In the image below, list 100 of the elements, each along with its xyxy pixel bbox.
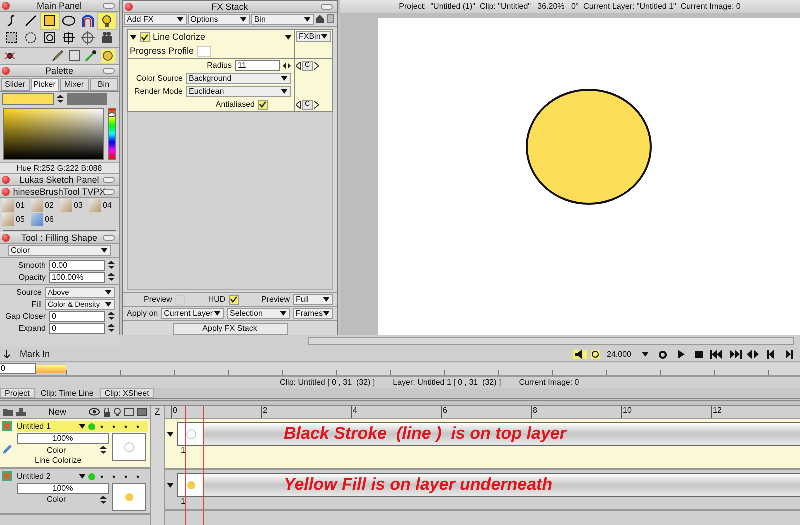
mode-dropdown[interactable]: Color (8, 245, 111, 256)
z-column-label: Z (154, 406, 160, 419)
stepper-icon[interactable] (100, 496, 107, 504)
menu-dropdown[interactable]: Bin (251, 14, 314, 25)
color-picker-area[interactable] (3, 108, 104, 160)
stepper-icon[interactable] (283, 62, 291, 68)
onion-skin-icon[interactable] (656, 350, 670, 358)
field-label: Source (16, 288, 42, 296)
layer-effect-label: Line Colorize (34, 456, 83, 465)
eye-icon[interactable] (89, 408, 100, 416)
checkbox[interactable] (175, 294, 186, 304)
next-key-icon[interactable] (314, 100, 320, 108)
number-field[interactable]: 100.00% (49, 272, 105, 282)
layer-name[interactable]: Untitled 2 (17, 472, 77, 481)
palette-tab[interactable]: Mixer (60, 78, 88, 91)
caret-icon (176, 17, 184, 22)
square-icon[interactable] (69, 50, 81, 62)
previous-key-icon[interactable] (296, 100, 301, 108)
layer-row[interactable]: Untitled 2 100% Color (0, 469, 150, 515)
stepper-icon[interactable] (108, 273, 115, 281)
stop-icon[interactable] (692, 350, 706, 358)
checkbox[interactable] (140, 32, 150, 42)
palette-tab[interactable]: Slider (1, 78, 30, 91)
hue-slider[interactable] (108, 108, 116, 160)
pencil-icon[interactable] (51, 49, 65, 63)
view-tab[interactable]: Clip: XSheet (100, 388, 154, 398)
lock-icon[interactable] (103, 408, 111, 416)
layer-row[interactable]: Untitled 1 100% Color Line Colorize (0, 419, 150, 469)
bin-dropdown[interactable]: FXBin (296, 31, 331, 42)
opacity-field[interactable]: 100% (17, 433, 109, 444)
preview-dropdown[interactable]: Full (293, 294, 333, 305)
marker-icon[interactable] (4, 350, 10, 358)
option-dropdown[interactable]: Background (186, 73, 291, 84)
previous-key-icon[interactable] (296, 62, 301, 70)
number-field[interactable]: 0 (49, 322, 105, 334)
brush-preset[interactable]: 05 (2, 213, 30, 226)
brush-preset[interactable]: 04 (89, 199, 117, 212)
apply-dropdown[interactable]: Selection (227, 308, 290, 319)
menu-dropdown[interactable]: Options (188, 14, 250, 25)
next-key-icon[interactable] (314, 62, 320, 70)
loop-icon[interactable] (591, 350, 600, 358)
brush-preset[interactable]: 06 (31, 213, 59, 226)
bug-icon[interactable] (4, 50, 16, 62)
slider-thumb[interactable] (108, 112, 116, 118)
stepper-icon[interactable] (108, 261, 115, 269)
scrollbar[interactable] (308, 337, 794, 345)
fps-dropdown[interactable]: 24.000 (604, 348, 652, 360)
checkbox[interactable] (258, 100, 268, 110)
stepper-icon[interactable] (108, 324, 115, 332)
apply-dropdown[interactable]: Frames (292, 308, 334, 319)
ellipse-tool-button[interactable] (60, 13, 78, 29)
blend-mode-label[interactable]: Color (47, 495, 66, 504)
checkbox[interactable] (228, 294, 239, 304)
frame-thumbnail[interactable] (178, 474, 204, 496)
playback-range-bar (36, 364, 66, 372)
number-field[interactable]: 0 (49, 310, 105, 322)
stepper-icon[interactable] (108, 312, 115, 320)
number-field[interactable]: 11 (235, 60, 280, 71)
field-label: Opacity (18, 272, 46, 282)
stepper-icon[interactable] (100, 446, 107, 454)
lightbulb-icon[interactable] (114, 408, 121, 416)
stepper-icon[interactable] (57, 95, 64, 103)
folder-icon[interactable] (3, 408, 13, 416)
crop-tool-button[interactable] (60, 30, 78, 46)
circle-outline-icon (186, 428, 196, 440)
pencil-icon (2, 445, 12, 455)
brush-preset[interactable]: 02 (31, 199, 59, 212)
color-swatch[interactable] (67, 93, 107, 105)
brush-preset[interactable]: 03 (60, 199, 88, 212)
bulb-tool-button[interactable] (98, 13, 116, 29)
brush-preset[interactable]: 01 (2, 199, 30, 212)
palette-tab[interactable]: Picker (30, 78, 59, 91)
target-tool-button[interactable] (79, 30, 97, 46)
profile-field[interactable] (197, 46, 212, 56)
new-layer-button[interactable]: New (29, 407, 86, 417)
tray-icon[interactable] (16, 408, 26, 416)
palette-tab[interactable]: Bin (90, 78, 118, 91)
option-dropdown[interactable]: Euclidean (186, 86, 291, 97)
last-frame-icon[interactable] (728, 350, 742, 358)
apply-dropdown[interactable]: Current Layer (161, 308, 224, 319)
apply-button[interactable]: Apply FX Stack (172, 322, 288, 334)
color-swatch[interactable] (2, 93, 54, 105)
rewind-forward-icon[interactable] (746, 350, 760, 358)
number-field[interactable]: 0.00 (49, 260, 105, 270)
rectangle-tool-button[interactable] (41, 13, 59, 29)
field-label: HUD (208, 295, 226, 304)
filled-dot-icon (124, 492, 134, 502)
color-dot-icon[interactable] (101, 49, 115, 63)
menu-dropdown[interactable]: Add FX (124, 14, 187, 25)
view-tab[interactable]: Project (0, 388, 35, 398)
document-icon[interactable] (326, 14, 336, 24)
blend-mode-label[interactable]: Color (47, 446, 66, 454)
frame-field[interactable]: 0 (0, 363, 36, 374)
opacity-field[interactable]: 100% (17, 483, 109, 494)
effect-name: Line Colorize (153, 32, 207, 42)
eyedropper-icon[interactable] (85, 50, 97, 62)
first-frame-icon[interactable] (710, 350, 724, 358)
view-tab[interactable]: Clip: Time Line (36, 388, 99, 398)
frame-thumbnail[interactable] (178, 423, 204, 445)
arch-tool-button[interactable] (79, 13, 97, 29)
